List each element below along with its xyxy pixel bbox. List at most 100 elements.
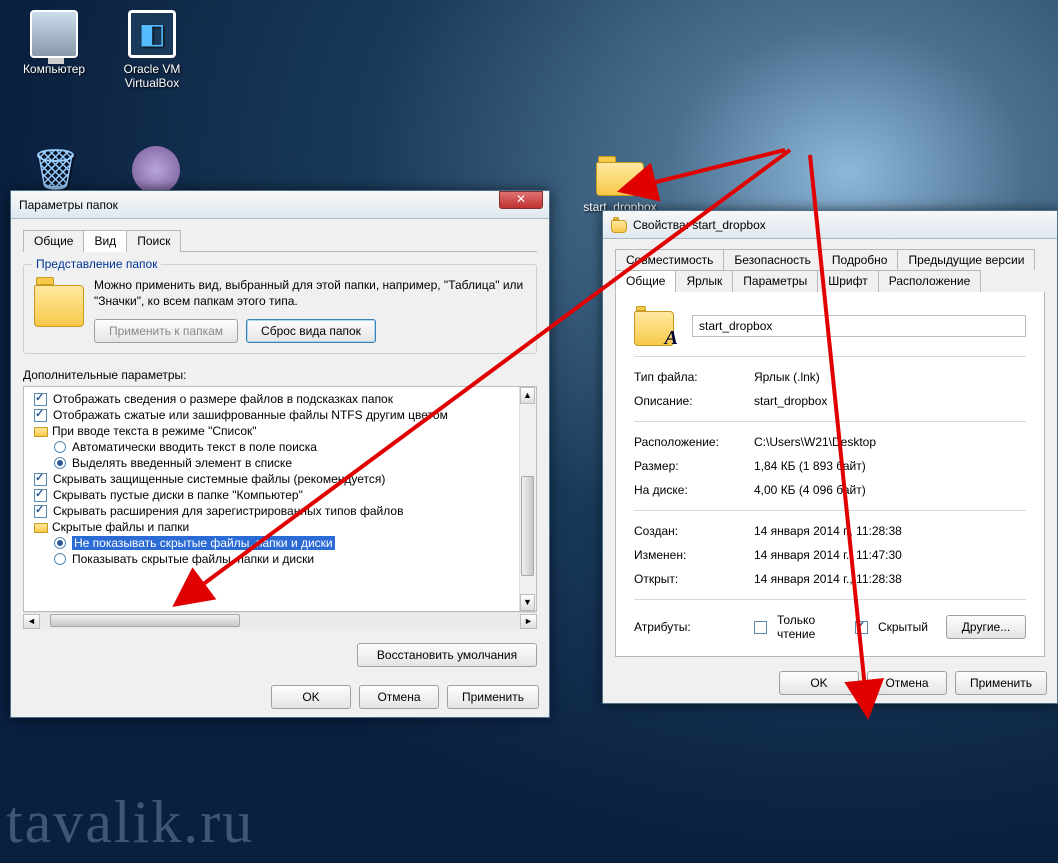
file-icon: A [634,306,674,346]
vertical-scrollbar[interactable]: ▲ ▼ [519,387,536,611]
readonly-checkbox[interactable]: Только чтение [754,613,837,641]
icon-label: Oracle VM VirtualBox [124,62,181,90]
scroll-up-icon[interactable]: ▲ [520,387,535,404]
reset-folders-button[interactable]: Сброс вида папок [246,319,376,343]
monitor-icon [30,10,78,58]
tab-подробно[interactable]: Подробно [821,249,899,270]
radio-icon [54,553,66,565]
folder-icon [34,425,48,437]
folder-options-tabs: Общие Вид Поиск [23,229,537,252]
recycle-bin-icon: 🗑 [30,146,78,194]
advanced-settings-list[interactable]: ▲ ▼ Отображать сведения о размере файлов… [23,386,537,612]
icon-virtualbox[interactable]: Oracle VM VirtualBox [108,10,196,90]
horizontal-scrollbar[interactable]: ◄ ► [23,612,537,629]
properties-button-bar: OK Отмена Применить [603,663,1057,703]
hidden-checkbox[interactable]: Скрытый [855,620,928,634]
list-item[interactable]: Не показывать скрытые файлы, папки и дис… [24,535,536,551]
groupbox-legend: Представление папок [32,257,161,271]
tab-general[interactable]: Общие [23,230,84,252]
ok-button[interactable]: OK [271,685,351,709]
close-button[interactable]: ✕ [499,191,543,209]
scroll-left-icon[interactable]: ◄ [23,614,40,629]
folder-options-titlebar[interactable]: Параметры папок ✕ [11,191,549,219]
cancel-button[interactable]: Отмена [867,671,947,695]
list-item[interactable]: Выделять введенный элемент в списке [24,455,536,471]
list-item-label: Отображать сведения о размере файлов в п… [53,392,393,406]
apply-button[interactable]: Применить [955,671,1047,695]
list-item[interactable]: Отображать сведения о размере файлов в п… [24,391,536,407]
checkbox-icon [34,393,47,406]
modified-label: Изменен: [634,548,754,562]
properties-tabs-row1: СовместимостьБезопасностьПодробноПредыду… [615,249,1045,270]
list-item-label: Отображать сжатые или зашифрованные файл… [53,408,448,422]
size-on-disk-label: На диске: [634,483,754,497]
tab-шрифт[interactable]: Шрифт [817,270,878,292]
tab-безопасность[interactable]: Безопасность [723,249,822,270]
scroll-down-icon[interactable]: ▼ [520,594,535,611]
list-item[interactable]: Автоматически вводить текст в поле поиск… [24,439,536,455]
radio-icon [54,457,66,469]
tab-параметры[interactable]: Параметры [732,270,818,292]
other-attributes-button[interactable]: Другие... [946,615,1026,639]
apply-button[interactable]: Применить [447,685,539,709]
location-label: Расположение: [634,435,754,449]
list-item-label: Не показывать скрытые файлы, папки и дис… [72,536,335,550]
location-value: C:\Users\W21\Desktop [754,435,1026,449]
size-label: Размер: [634,459,754,473]
advanced-label: Дополнительные параметры: [23,368,537,382]
list-item[interactable]: Отображать сжатые или зашифрованные файл… [24,407,536,423]
list-item[interactable]: Скрытые файлы и папки [24,519,536,535]
list-item-label: Скрывать защищенные системные файлы (рек… [53,472,385,486]
checkbox-icon [34,409,47,422]
list-item-label: При вводе текста в режиме "Список" [52,424,257,438]
list-item[interactable]: Скрывать защищенные системные файлы (рек… [24,471,536,487]
folder-icon [34,521,48,533]
file-type-label: Тип файла: [634,370,754,384]
properties-titlebar[interactable]: Свойства: start_dropbox [603,211,1057,239]
properties-window: Свойства: start_dropbox СовместимостьБез… [602,210,1058,704]
ok-button[interactable]: OK [779,671,859,695]
folder-shortcut-icon: A [596,156,644,196]
groupbox-text: Можно применить вид, выбранный для этой … [94,277,526,309]
tab-общие[interactable]: Общие [615,270,676,292]
folder-view-groupbox: Представление папок Можно применить вид,… [23,264,537,354]
cancel-button[interactable]: Отмена [359,685,439,709]
attributes-label: Атрибуты: [634,620,754,634]
tab-ярлык[interactable]: Ярлык [675,270,733,292]
eclipse-icon [132,146,180,194]
watermark: tavalik.ru [6,788,254,857]
tab-view[interactable]: Вид [83,230,127,252]
list-item[interactable]: Показывать скрытые файлы, папки и диски [24,551,536,567]
tab-предыдущие версии[interactable]: Предыдущие версии [897,249,1035,270]
folder-options-button-bar: OK Отмена Применить [11,677,549,717]
scroll-thumb[interactable] [521,476,534,576]
hscroll-thumb[interactable] [50,614,240,627]
list-item-label: Выделять введенный элемент в списке [72,456,292,470]
accessed-value: 14 января 2014 г., 11:28:38 [754,572,1026,586]
radio-icon [54,537,66,549]
icon-start-dropbox-shortcut[interactable]: A start_dropbox [580,152,660,214]
description-label: Описание: [634,394,754,408]
tab-расположение[interactable]: Расположение [878,270,982,292]
list-item[interactable]: Скрывать расширения для зарегистрированн… [24,503,536,519]
list-item[interactable]: Скрывать пустые диски в папке "Компьютер… [24,487,536,503]
size-on-disk-value: 4,00 КБ (4 096 байт) [754,483,1026,497]
folder-options-window: Параметры папок ✕ Общие Вид Поиск Предст… [10,190,550,718]
checkbox-icon [34,489,47,502]
file-type-value: Ярлык (.lnk) [754,370,1026,384]
radio-icon [54,441,66,453]
list-item[interactable]: При вводе текста в режиме "Список" [24,423,536,439]
description-value: start_dropbox [754,394,1026,408]
restore-defaults-button[interactable]: Восстановить умолчания [357,643,537,667]
scroll-right-icon[interactable]: ► [520,614,537,629]
created-label: Создан: [634,524,754,538]
tab-search[interactable]: Поиск [126,230,181,252]
checkbox-icon [34,473,47,486]
filename-input[interactable]: start_dropbox [692,315,1026,337]
created-value: 14 января 2014 г., 11:28:38 [754,524,1026,538]
accessed-label: Открыт: [634,572,754,586]
size-value: 1,84 КБ (1 893 байт) [754,459,1026,473]
icon-computer[interactable]: Компьютер [14,10,94,76]
tab-совместимость[interactable]: Совместимость [615,249,724,270]
apply-to-folders-button: Применить к папкам [94,319,238,343]
